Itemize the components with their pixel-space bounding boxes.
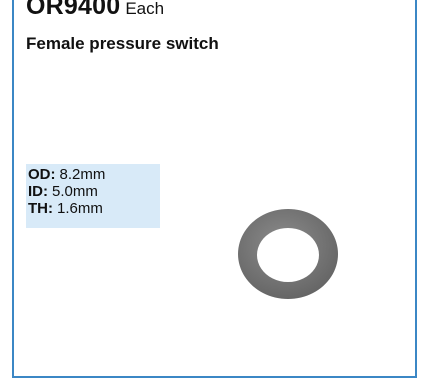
spec-row-od: OD: 8.2mm [28,166,158,183]
washer-image [238,209,339,299]
spec-value: 8.2mm [59,166,106,183]
product-title: OR9400 Each [26,0,164,19]
washer-ring [238,209,339,299]
spec-value: 5.0mm [52,183,98,200]
unit-label: Each [125,0,165,18]
spec-box: OD: 8.2mm ID: 5.0mm TH: 1.6mm [26,164,160,228]
spec-key: TH: [28,200,53,217]
spec-key: OD: [28,166,56,183]
spec-row-th: TH: 1.6mm [28,200,158,217]
spec-key: ID: [28,183,48,200]
product-description: Female pressure switch [26,34,219,53]
part-code: OR9400 [26,0,121,20]
spec-row-id: ID: 5.0mm [28,183,158,200]
spec-value: 1.6mm [57,200,103,217]
